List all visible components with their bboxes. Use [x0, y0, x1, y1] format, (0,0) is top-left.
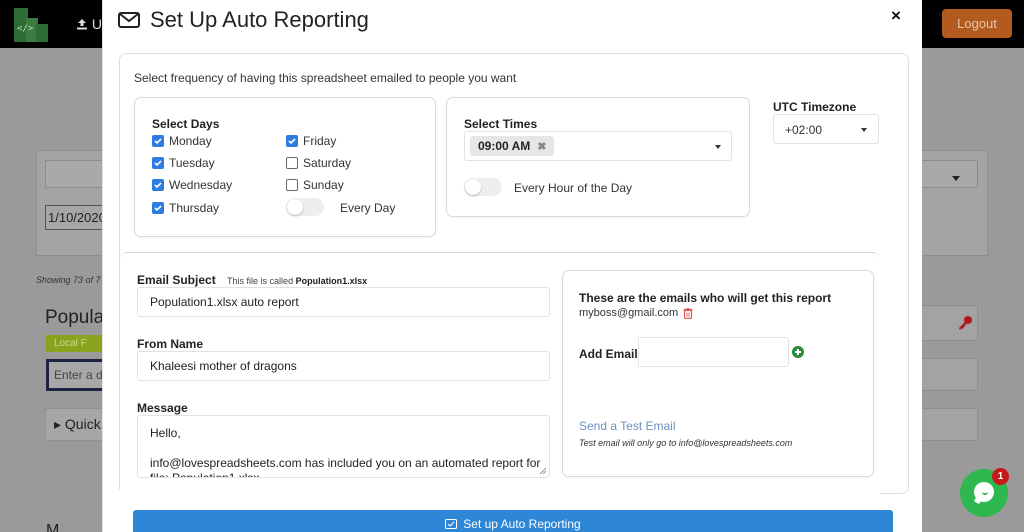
message-line: info@lovespreadsheets.com has included y…	[150, 456, 541, 470]
checkbox-checked-icon	[152, 157, 164, 169]
chat-notification-badge: 1	[992, 468, 1009, 485]
checkbox-checked-icon	[286, 135, 298, 147]
dropdown-caret-icon	[861, 128, 867, 132]
day-checkbox-saturday[interactable]: Saturday	[286, 156, 351, 170]
remove-chip-icon[interactable]: ✖	[537, 140, 546, 153]
every-day-label: Every Day	[340, 201, 396, 215]
from-name-value: Khaleesi mother of dragons	[150, 359, 297, 373]
day-checkbox-friday[interactable]: Friday	[286, 134, 336, 148]
add-email-label: Add Email	[579, 347, 638, 361]
bg-select	[920, 160, 978, 188]
recipients-card: These are the emails who will get this r…	[562, 270, 874, 477]
day-label: Tuesday	[169, 156, 215, 170]
timezone-select[interactable]: +02:00	[773, 114, 879, 144]
bg-right-box-3	[920, 408, 978, 441]
every-day-toggle[interactable]	[286, 198, 324, 216]
upload-label: U	[91, 16, 103, 32]
recipient-item: myboss@gmail.com	[579, 307, 693, 319]
logout-button[interactable]: Logout	[942, 9, 1012, 38]
dropdown-caret-icon	[715, 145, 721, 149]
day-label: Sunday	[303, 178, 344, 192]
message-line	[150, 441, 537, 456]
app-logo[interactable]: </>	[14, 8, 48, 42]
add-email-plus-icon[interactable]	[792, 346, 804, 358]
bg-caret-icon	[952, 176, 960, 181]
file-hint: This file is called Population1.xlsx	[227, 276, 367, 286]
bg-bottom-heading: M	[46, 522, 60, 532]
checkbox-checked-icon	[152, 179, 164, 191]
toggle-knob	[465, 179, 481, 195]
day-label: Saturday	[303, 156, 352, 170]
bg-doc-title: Popula	[45, 307, 105, 328]
test-email-note: Test email will only go to info@lovespre…	[579, 438, 793, 448]
upload-icon	[77, 19, 87, 30]
day-checkbox-tuesday[interactable]: Tuesday	[152, 156, 215, 170]
resize-handle-icon[interactable]	[539, 467, 547, 475]
setup-auto-reporting-button[interactable]: Set up Auto Reporting	[133, 510, 893, 532]
time-chip-label: 09:00 AM	[478, 139, 531, 153]
bg-search-input	[45, 160, 105, 188]
day-checkbox-monday[interactable]: Monday	[152, 134, 212, 148]
day-label: Thursday	[169, 201, 220, 215]
day-label: Wednesday	[169, 178, 233, 192]
intro-text: Select frequency of having this spreadsh…	[134, 71, 517, 85]
from-name-label: From Name	[137, 337, 204, 351]
recipient-email: myboss@gmail.com	[579, 307, 679, 319]
close-button[interactable]: ×	[891, 6, 901, 26]
message-line: Hello,	[150, 426, 181, 440]
time-chip: 09:00 AM ✖	[470, 136, 555, 156]
timezone-value: +02:00	[785, 123, 823, 137]
send-test-email-link[interactable]: Send a Test Email	[579, 419, 676, 433]
message-textarea[interactable]: Hello, info@lovespreadsheets.com has inc…	[137, 415, 550, 478]
day-checkbox-sunday[interactable]: Sunday	[286, 178, 344, 192]
bg-date-input: 1/10/2020	[45, 205, 105, 230]
modal-body: Select frequency of having this spreadsh…	[119, 53, 909, 495]
auto-reporting-modal: Set Up Auto Reporting × Select frequency…	[102, 0, 922, 532]
select-times-label: Select Times	[464, 117, 538, 131]
every-hour-toggle[interactable]	[464, 178, 502, 196]
checkbox-checked-icon	[152, 202, 164, 214]
select-days-card: Select Days Monday Tuesday Wednesday Thu…	[134, 97, 436, 237]
bg-local-badge: Local F	[46, 335, 106, 352]
modal-title: Set Up Auto Reporting	[118, 7, 369, 33]
submit-label: Set up Auto Reporting	[463, 517, 581, 531]
upload-button[interactable]: U	[76, 16, 102, 32]
message-line: file: Population1.xlsx	[150, 471, 260, 478]
email-subject-label: Email Subject This file is called Popula…	[137, 273, 367, 287]
select-times-card: Select Times 09:00 AM ✖ Every Hour of th…	[446, 97, 750, 217]
envelope-check-icon	[445, 519, 458, 529]
times-multiselect[interactable]: 09:00 AM ✖	[464, 131, 732, 161]
email-subject-input[interactable]: Population1.xlsx auto report	[137, 287, 550, 317]
day-checkbox-thursday[interactable]: Thursday	[152, 201, 219, 215]
bg-enter-input: Enter a de	[46, 359, 106, 391]
day-checkbox-wednesday[interactable]: Wednesday	[152, 178, 232, 192]
bg-showing-count: Showing 73 of 7	[36, 275, 101, 285]
timezone-label: UTC Timezone	[773, 100, 857, 114]
checkbox-unchecked-icon	[286, 157, 298, 169]
email-subject-label-text: Email Subject	[137, 273, 216, 287]
every-hour-label: Every Hour of the Day	[514, 181, 633, 195]
message-label: Message	[137, 401, 188, 415]
day-label: Monday	[169, 134, 212, 148]
key-icon	[959, 316, 972, 330]
day-label: Friday	[303, 134, 337, 148]
add-email-input[interactable]	[638, 337, 789, 367]
checkbox-unchecked-icon	[286, 179, 298, 191]
trash-icon[interactable]	[683, 307, 693, 319]
bg-quick-label: Quick	[64, 416, 101, 432]
envelope-icon	[118, 12, 140, 28]
recipients-heading: These are the emails who will get this r…	[579, 291, 832, 305]
bg-right-box-2	[920, 358, 978, 391]
email-subject-value: Population1.xlsx auto report	[150, 295, 299, 309]
from-name-input[interactable]: Khaleesi mother of dragons	[137, 351, 550, 381]
select-days-label: Select Days	[152, 117, 220, 131]
file-hint-name: Population1.xlsx	[295, 276, 368, 286]
bg-quick-section: ▸ Quick	[45, 408, 105, 441]
modal-title-text: Set Up Auto Reporting	[150, 7, 369, 32]
file-hint-prefix: This file is called	[227, 276, 294, 286]
checkbox-checked-icon	[152, 135, 164, 147]
toggle-knob	[287, 199, 303, 215]
